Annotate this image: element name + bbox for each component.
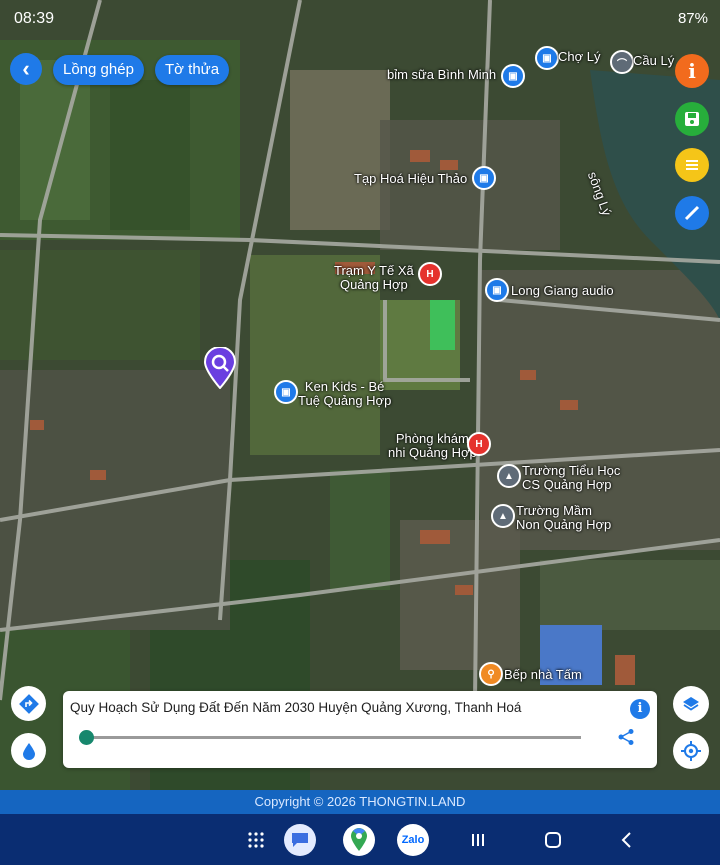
water-button[interactable]: [11, 733, 46, 768]
label-mam-non: Trường Mầm Non Quảng Hợp: [516, 504, 611, 532]
shop-pin-icon[interactable]: ▣: [501, 64, 525, 88]
label-tram-y-te-line2: Quảng Hợp: [339, 277, 408, 292]
my-location-button[interactable]: [673, 733, 709, 769]
label-ken-kids-line2: Tuệ Quảng Hợp: [298, 393, 392, 408]
recents-icon[interactable]: [462, 824, 494, 856]
location-marker-icon[interactable]: [203, 347, 237, 389]
label-bep-nha-tam: Bếp nhà Tấm: [504, 667, 582, 682]
info-icon: i: [688, 59, 696, 83]
hospital-pin-icon[interactable]: H: [418, 262, 442, 286]
hospital-pin-icon[interactable]: H: [467, 432, 491, 456]
label-tieu-hoc-line1: Trường Tiểu Học: [522, 463, 621, 478]
overlay-label: Lồng ghép: [63, 61, 134, 78]
layers-button[interactable]: [673, 686, 709, 722]
apps-grid-icon[interactable]: [240, 824, 272, 856]
label-cau-ly: Cầu Lý: [633, 53, 675, 68]
back-nav-icon[interactable]: [611, 824, 643, 856]
messages-app-icon[interactable]: [284, 824, 316, 856]
label-phong-kham: Phòng khám nhi Quảng Hợp: [388, 432, 477, 460]
school-pin-icon[interactable]: ▲: [491, 504, 515, 528]
restaurant-pin-icon[interactable]: ⚲: [479, 662, 503, 686]
shop-pin-icon[interactable]: ▣: [535, 46, 559, 70]
label-tram-y-te-line1: Trạm Y Tế Xã: [334, 263, 414, 278]
info-button[interactable]: i: [675, 54, 709, 88]
parcel-label: Tờ thửa: [165, 61, 220, 78]
shop-pin-icon[interactable]: ▣: [274, 380, 298, 404]
directions-icon: [18, 693, 39, 714]
system-nav-bar: Zalo: [0, 814, 720, 865]
water-drop-icon: [22, 742, 35, 760]
label-mam-non-line1: Trường Mầm: [516, 503, 592, 518]
label-tieu-hoc-line2: CS Quảng Hợp: [522, 477, 612, 492]
maps-app-icon[interactable]: [343, 824, 375, 856]
status-battery: 87%: [677, 10, 708, 27]
label-tap-hoa: Tạp Hoá Hiệu Thảo: [354, 171, 468, 186]
measure-button[interactable]: [675, 196, 709, 230]
opacity-slider-thumb[interactable]: [79, 730, 94, 745]
save-button[interactable]: [675, 102, 709, 136]
overlay-button[interactable]: Lồng ghép: [53, 55, 144, 85]
copyright-footer: Copyright © 2026 THONGTIN.LAND: [0, 790, 720, 814]
planning-panel: Quy Hoạch Sử Dụng Đất Đến Năm 2030 Huyện…: [63, 691, 657, 768]
ruler-icon: [684, 205, 700, 221]
status-bar: 08:39 87%: [0, 0, 720, 38]
label-phong-kham-line2: nhi Quảng Hợp: [388, 445, 477, 460]
chevron-left-icon: ‹: [22, 56, 30, 81]
share-icon[interactable]: [617, 728, 635, 746]
label-ken-kids-line1: Ken Kids - Bé: [304, 379, 385, 394]
info-icon: i: [637, 701, 643, 716]
label-tram-y-te: Trạm Y Tế Xã Quảng Hợp: [334, 264, 414, 292]
parcel-button[interactable]: Tờ thửa: [155, 55, 230, 85]
save-icon: [685, 112, 699, 126]
shop-pin-icon[interactable]: ▣: [472, 166, 496, 190]
list-button[interactable]: [675, 148, 709, 182]
zalo-app-icon[interactable]: Zalo: [397, 824, 429, 856]
label-binh-minh: bỉm sữa Bình Minh: [387, 67, 497, 82]
bridge-pin-icon[interactable]: ⌒: [610, 50, 634, 74]
label-mam-non-line2: Non Quảng Hợp: [516, 517, 612, 532]
label-ken-kids: Ken Kids - Bé Tuệ Quảng Hợp: [298, 380, 391, 408]
school-pin-icon[interactable]: ▲: [497, 464, 521, 488]
layers-icon: [683, 697, 699, 711]
planning-title: Quy Hoạch Sử Dụng Đất Đến Năm 2030 Huyện…: [70, 700, 522, 715]
label-tieu-hoc: Trường Tiểu Học CS Quảng Hợp: [522, 464, 620, 492]
opacity-slider[interactable]: [79, 730, 581, 745]
shop-pin-icon[interactable]: ▣: [485, 278, 509, 302]
label-cho-ly: Chợ Lý: [558, 49, 601, 64]
label-long-giang: Long Giang audio: [511, 283, 614, 298]
status-time: 08:39: [14, 10, 55, 27]
home-icon[interactable]: [537, 824, 569, 856]
back-button[interactable]: ‹: [10, 53, 42, 85]
info-panel-button[interactable]: i: [630, 699, 650, 719]
label-phong-kham-line1: Phòng khám: [395, 431, 469, 446]
directions-button[interactable]: [11, 686, 46, 721]
crosshair-icon: [681, 741, 701, 761]
list-icon: [686, 160, 698, 170]
